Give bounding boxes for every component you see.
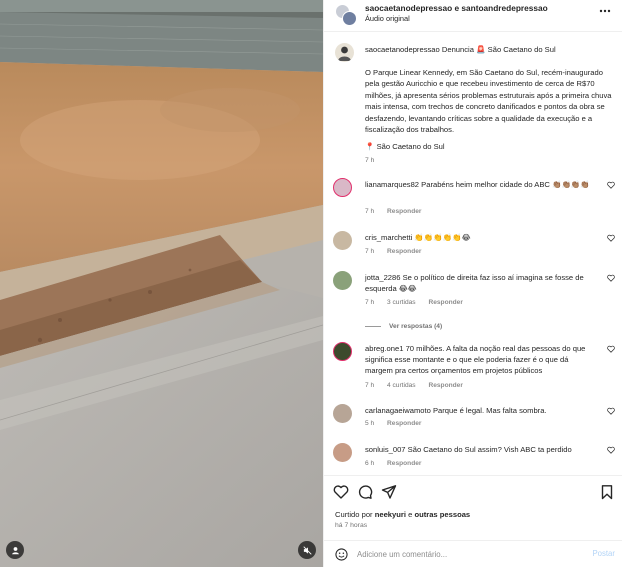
view-replies-label: Ver respostas (4) (389, 323, 443, 330)
comment-text: carlanagaeiwamoto Parque é legal. Mas fa… (365, 405, 597, 416)
divider (365, 326, 381, 327)
comment-user[interactable]: carlanagaeiwamoto (365, 406, 431, 415)
post-button[interactable]: Postar (592, 549, 615, 558)
comment-user[interactable]: sonluis_007 (365, 445, 406, 454)
caption-header: saocaetanodepressao Denuncia 🚨 São Caeta… (365, 45, 556, 54)
avatar[interactable] (333, 231, 352, 250)
comment-meta: 7 h 3 curtidas Responder (365, 299, 474, 306)
heart-icon[interactable] (607, 234, 615, 242)
user-icon (11, 546, 19, 554)
avatar[interactable] (335, 43, 354, 62)
comment-input[interactable] (357, 546, 577, 563)
author-joiner: e (454, 3, 460, 13)
post-header: saocaetanodepressao e santoandredepressa… (324, 0, 622, 32)
comment-time: 7 h (365, 248, 375, 255)
comment-text: jotta_2286 Se o político de direita faz … (365, 272, 597, 294)
avatar[interactable] (333, 443, 352, 462)
more-icon[interactable] (598, 6, 612, 16)
comment-icon[interactable] (357, 484, 373, 500)
avatar[interactable] (333, 404, 352, 423)
liked-by: Curtido por neekyuri e outras pessoas (335, 510, 470, 519)
caption-user[interactable]: saocaetanodepressao (365, 45, 440, 54)
liked-and: e (408, 510, 413, 519)
comment-body: 👏👏👏👏👏😂 (414, 233, 471, 242)
heart-icon[interactable] (607, 345, 615, 353)
avatar (342, 11, 357, 26)
comment-user[interactable]: jotta_2286 (365, 273, 400, 282)
reply-button[interactable]: Responder (387, 460, 421, 467)
comment-text: abreg.one1 70 milhões. A falta da noção … (365, 343, 597, 377)
comments-section[interactable]: saocaetanodepressao Denuncia 🚨 São Caeta… (324, 33, 622, 475)
comment-time: 6 h (365, 460, 375, 467)
comment-user[interactable]: lianamarques82 (365, 180, 419, 189)
comment-time: 7 h (365, 208, 375, 215)
add-comment-bar: Postar (324, 540, 622, 567)
post-time[interactable]: há 7 horas (335, 522, 367, 529)
avatar[interactable] (333, 178, 352, 197)
comment-text: cris_marchetti 👏👏👏👏👏😂 (365, 232, 597, 243)
view-replies-button[interactable]: Ver respostas (4) (365, 323, 442, 330)
post-media[interactable] (0, 0, 323, 567)
reply-button[interactable]: Responder (428, 382, 462, 389)
collab-avatars[interactable] (335, 4, 357, 26)
comment-meta: 5 h Responder (365, 420, 432, 427)
heart-icon[interactable] (607, 274, 615, 282)
comment-meta: 7 h Responder (365, 248, 432, 255)
comment-meta: 6 h Responder (365, 460, 432, 467)
comment-meta: 7 h Responder (365, 208, 432, 215)
post-actions: Curtido por neekyuri e outras pessoas há… (324, 475, 622, 539)
avatar[interactable] (333, 271, 352, 290)
heart-icon[interactable] (607, 407, 615, 415)
caption-tag-emoji: 🚨 (476, 45, 486, 54)
comment-text: sonluis_007 São Caetano do Sul assim? Vi… (365, 444, 597, 455)
comment-time: 5 h (365, 420, 375, 427)
comment-body: Parabéns heim melhor cidade do ABC 👏🏽👏🏽👏… (421, 180, 590, 189)
comment-user[interactable]: cris_marchetti (365, 233, 412, 242)
author-link[interactable]: santoandredepressao (461, 3, 547, 13)
comment-likes[interactable]: 4 curtidas (387, 382, 416, 389)
mute-icon (302, 545, 312, 555)
comment-time: 7 h (365, 299, 375, 306)
comment-user[interactable]: abreg.one1 (365, 344, 403, 353)
avatar[interactable] (333, 342, 352, 361)
comment-meta: 7 h 4 curtidas Responder (365, 382, 474, 389)
heart-icon[interactable] (607, 446, 615, 454)
flooded-park-photo (0, 0, 323, 567)
emoji-icon[interactable] (335, 548, 348, 561)
reply-button[interactable]: Responder (428, 299, 462, 306)
caption-location-text: São Caetano do Sul (376, 142, 445, 151)
heart-icon[interactable] (333, 484, 349, 500)
audio-link[interactable]: Áudio original (365, 14, 410, 23)
liked-others[interactable]: outras pessoas (414, 510, 470, 519)
mute-button[interactable] (298, 541, 316, 559)
comment-likes[interactable]: 3 curtidas (387, 299, 416, 306)
reply-button[interactable]: Responder (387, 208, 421, 215)
caption-location-head: São Caetano do Sul (487, 45, 556, 54)
share-icon[interactable] (381, 484, 397, 500)
caption-tag: Denuncia (441, 45, 474, 54)
author-link[interactable]: saocaetanodepressao (365, 3, 452, 13)
post-authors: saocaetanodepressao e santoandredepressa… (365, 3, 548, 13)
caption-text: O Parque Linear Kennedy, em São Caetano … (365, 68, 612, 135)
liked-user[interactable]: neekyuri (375, 510, 406, 519)
reply-button[interactable]: Responder (387, 420, 421, 427)
liked-prefix: Curtido por (335, 510, 373, 519)
tagged-users-button[interactable] (6, 541, 24, 559)
comment-body: Parque é legal. Mas falta sombra. (432, 406, 547, 415)
post-panel: saocaetanodepressao e santoandredepressa… (323, 0, 622, 567)
caption-location: 📍 São Caetano do Sul (365, 142, 445, 151)
reply-button[interactable]: Responder (387, 248, 421, 255)
caption-time: 7 h (365, 157, 375, 164)
pin-icon: 📍 (365, 142, 375, 151)
comment-time: 7 h (365, 382, 375, 389)
comment-body: São Caetano do Sul assim? Vish ABC ta pe… (407, 445, 572, 454)
comment-text: lianamarques82 Parabéns heim melhor cida… (365, 179, 597, 190)
bookmark-icon[interactable] (599, 484, 615, 500)
heart-icon[interactable] (607, 181, 615, 189)
